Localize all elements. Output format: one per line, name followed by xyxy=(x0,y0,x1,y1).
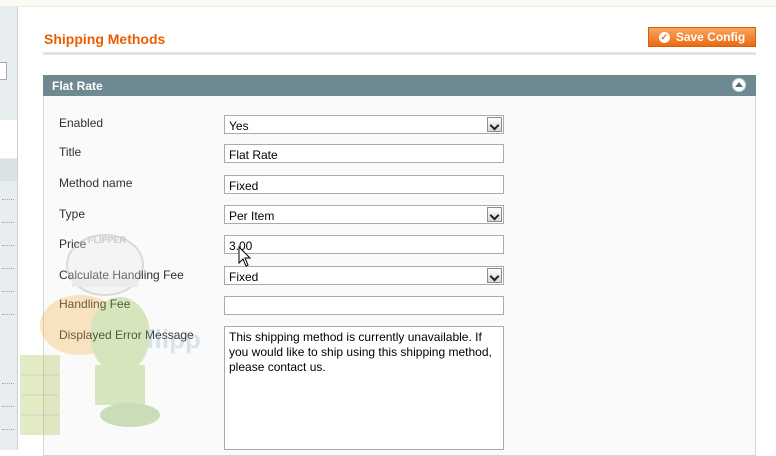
sidebar-scope-select[interactable] xyxy=(0,62,7,80)
chevron-down-icon[interactable] xyxy=(487,117,502,132)
handling-fee-input[interactable] xyxy=(224,296,504,315)
sidebar-divider xyxy=(2,429,14,430)
type-label: Type xyxy=(59,207,86,221)
title-divider xyxy=(43,52,756,55)
method-name-label: Method name xyxy=(59,176,133,190)
error-message-textarea[interactable]: This shipping method is currently unavai… xyxy=(224,326,504,450)
top-strip xyxy=(0,0,776,7)
enabled-value: Yes xyxy=(229,119,249,133)
mouse-pointer-icon xyxy=(238,246,252,267)
enabled-label: Enabled xyxy=(59,116,104,130)
type-select[interactable]: Per Item xyxy=(224,205,504,224)
calc-handling-fee-value: Fixed xyxy=(229,270,259,284)
collapse-up-icon[interactable] xyxy=(732,78,746,92)
title-label: Title xyxy=(59,145,82,159)
sidebar-divider xyxy=(2,268,14,269)
calc-handling-fee-label: Calculate Handling Fee xyxy=(59,268,184,282)
error-message-label: Displayed Error Message xyxy=(59,328,194,342)
title-input[interactable]: Flat Rate xyxy=(224,144,504,163)
calc-handling-fee-select[interactable]: Fixed xyxy=(224,266,504,285)
sidebar-divider xyxy=(2,245,14,246)
sidebar-divider xyxy=(2,314,14,315)
save-config-label: Save Config xyxy=(675,30,746,44)
type-value: Per Item xyxy=(229,209,275,223)
sidebar-divider xyxy=(2,406,14,407)
price-label: Price xyxy=(59,237,87,251)
sidebar-divider xyxy=(2,383,14,384)
handling-fee-label: Handling Fee xyxy=(59,297,131,311)
chevron-down-icon[interactable] xyxy=(487,207,502,222)
enabled-select[interactable]: Yes xyxy=(224,115,504,134)
sidebar-divider xyxy=(2,199,14,200)
sidebar-divider xyxy=(2,222,14,223)
save-config-button[interactable]: ✓ Save Config xyxy=(648,27,756,47)
method-name-input[interactable]: Fixed xyxy=(224,175,504,194)
price-input[interactable]: 3.00 xyxy=(224,235,504,254)
sidebar-panel xyxy=(0,120,17,158)
sidebar-active-band xyxy=(0,159,17,181)
flat-rate-section-header[interactable]: Flat Rate xyxy=(43,75,756,96)
page-title: Shipping Methods xyxy=(44,31,166,47)
sidebar-divider xyxy=(2,291,14,292)
section-title: Flat Rate xyxy=(52,79,103,93)
left-sidebar xyxy=(0,7,18,450)
chevron-down-icon[interactable] xyxy=(487,268,502,283)
check-circle-icon: ✓ xyxy=(658,31,670,43)
